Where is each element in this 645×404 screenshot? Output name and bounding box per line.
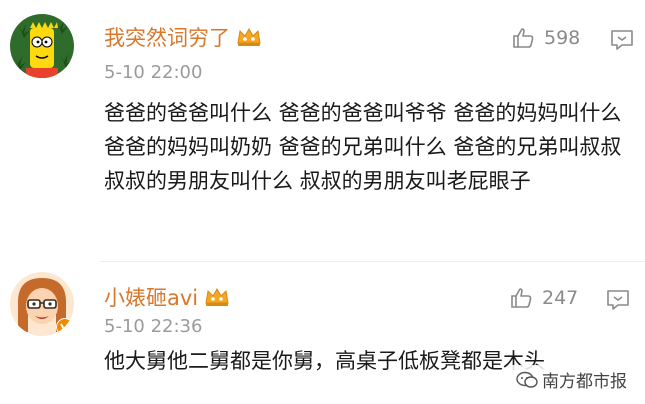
verified-badge-icon — [56, 318, 74, 336]
like-count: 247 — [542, 287, 579, 309]
comment-list: 我突然词穷了 5-10 22:00 598 爸爸的爸爸叫什么 爸爸的爸爸叫爷爷 … — [0, 0, 645, 404]
user-avatar[interactable] — [10, 272, 74, 336]
watermark: 南方都市报 — [512, 365, 631, 394]
like-count: 598 — [544, 27, 581, 49]
user-avatar[interactable] — [10, 14, 74, 78]
wechat-icon — [516, 371, 538, 388]
like-button[interactable]: 598 — [512, 26, 580, 50]
thumbs-up-icon[interactable] — [510, 286, 534, 310]
vip-crown-icon — [237, 27, 261, 46]
comment-timestamp: 5-10 22:00 — [104, 62, 203, 83]
username[interactable]: 我突然词穷了 — [104, 22, 262, 52]
username[interactable]: 小婊砸avi — [104, 282, 230, 312]
vip-crown-icon — [205, 287, 229, 306]
username-text[interactable]: 小婊砸avi — [104, 282, 198, 312]
comment-reply-icon[interactable] — [610, 29, 634, 51]
comment-timestamp: 5-10 22:36 — [104, 316, 203, 337]
like-button[interactable]: 247 — [510, 286, 578, 310]
username-text[interactable]: 我突然词穷了 — [104, 22, 230, 52]
comment-reply-icon[interactable] — [606, 289, 630, 311]
comment-body: 爸爸的爸爸叫什么 爸爸的爸爸叫爷爷 爸爸的妈妈叫什么 爸爸的妈妈叫奶奶 爸爸的兄… — [104, 101, 622, 193]
cartoon-avatar-icon — [10, 14, 74, 78]
thumbs-up-icon[interactable] — [512, 26, 536, 50]
watermark-text: 南方都市报 — [542, 372, 627, 392]
comment-item: 我突然词穷了 5-10 22:00 598 爸爸的爸爸叫什么 爸爸的爸爸叫爷爷 … — [0, 0, 645, 262]
